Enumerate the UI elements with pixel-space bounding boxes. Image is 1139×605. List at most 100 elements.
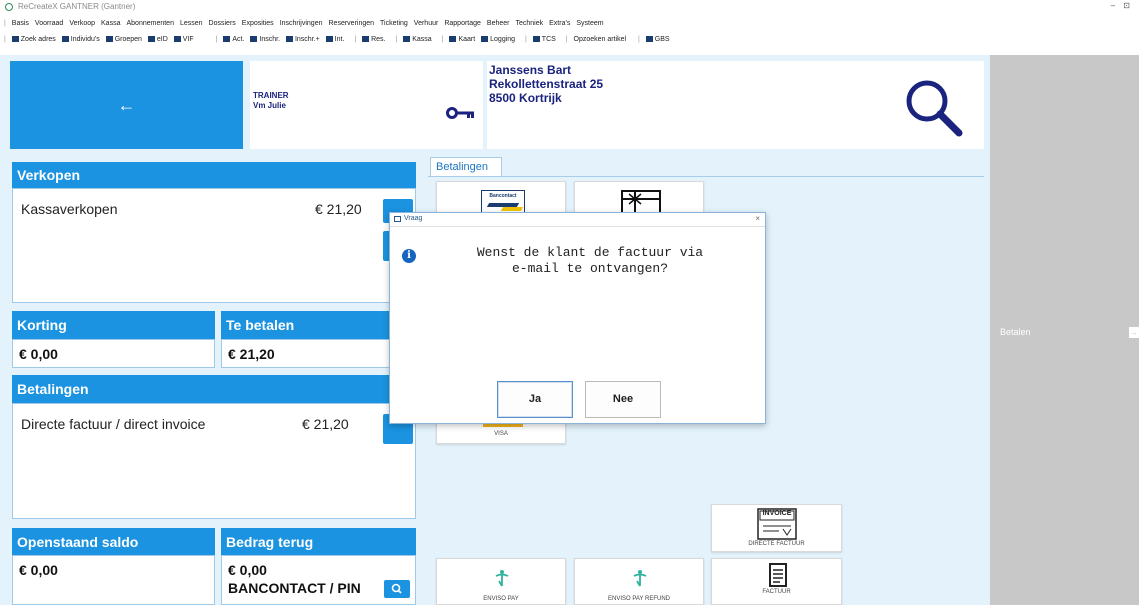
bedrag-terug-panel: € 0,00 BANCONTACT / PIN xyxy=(221,555,416,605)
group-icon xyxy=(105,36,113,42)
tcs-icon xyxy=(532,36,540,42)
trainer-box: TRAINER Vm Julie xyxy=(250,61,483,149)
openstaand-value: € 0,00 xyxy=(19,562,58,578)
openstaand-header: Openstaand saldo xyxy=(12,528,215,555)
invoice-logo-text: INVOICE xyxy=(762,510,792,517)
betalingen-title: Betalingen xyxy=(17,381,89,397)
menu-item-abonnementen[interactable]: Abonnementen xyxy=(126,20,173,27)
toolbar-separator: | xyxy=(215,36,218,43)
korting-value: € 0,00 xyxy=(19,346,58,362)
toolbar-individus[interactable]: Individu's xyxy=(61,36,100,43)
toolbar-gbs[interactable]: GBS xyxy=(645,36,670,43)
person-icon xyxy=(61,36,69,42)
menu-item-ticketing[interactable]: Ticketing xyxy=(380,20,408,27)
tile-factuur[interactable]: FACTUUR xyxy=(711,558,842,605)
toolbar-res[interactable]: Res. xyxy=(362,36,386,43)
bedrag-terug-method: BANCONTACT / PIN xyxy=(228,580,361,596)
korting-panel: € 0,00 xyxy=(12,339,215,368)
menu-item-systeem[interactable]: Systeem xyxy=(576,20,603,27)
te-betalen-value: € 21,20 xyxy=(228,346,275,362)
customer-city: 8500 Kortrijk xyxy=(489,91,562,105)
card-icon xyxy=(449,36,457,42)
bancontact-logo-icon: Bancontact xyxy=(481,190,525,214)
menu-bar: | Basis Voorraad Verkoop Kassa Abonnementen L… xyxy=(0,20,1139,34)
search-customer-icon[interactable] xyxy=(903,77,963,137)
registration-icon xyxy=(250,36,258,42)
menu-item-exposities[interactable]: Exposities xyxy=(242,20,274,27)
dialog-content: i Wenst de klant de factuur via e-mail t… xyxy=(390,226,765,376)
customer-box: Janssens Bart Rekollettenstraat 25 8500 … xyxy=(487,61,984,149)
dialog-message: Wenst de klant de factuur via e-mail te … xyxy=(430,245,750,277)
tile-directe-factuur[interactable]: INVOICE DIRECTE FACTUUR xyxy=(711,504,842,552)
korting-header: Korting xyxy=(12,311,215,339)
card-icon xyxy=(173,36,181,42)
trainer-label: TRAINER xyxy=(253,91,289,100)
key-icon[interactable] xyxy=(446,103,476,123)
question-dialog: Vraag × i Wenst de klant de factuur via … xyxy=(389,212,766,424)
toolbar-logging[interactable]: Logging xyxy=(481,36,515,43)
toolbar-separator: | xyxy=(354,36,357,43)
title-bar: ReCreateX GANTNER (Gantner) – ⊡ xyxy=(0,0,1139,20)
activity-icon xyxy=(223,36,231,42)
window-controls[interactable]: – ⊡ xyxy=(1111,1,1133,10)
betaling-item-amount: € 21,20 xyxy=(302,416,349,432)
id-card-icon xyxy=(147,36,155,42)
betalen-label[interactable]: Betalen xyxy=(1000,327,1031,337)
bedrag-terug-title: Bedrag terug xyxy=(226,533,314,550)
info-icon: i xyxy=(402,249,416,263)
toolbar-zoek-adres[interactable]: Zoek adres xyxy=(11,36,56,43)
openstaand-title: Openstaand saldo xyxy=(17,533,139,550)
arrow-right-icon[interactable]: → xyxy=(1129,327,1139,338)
tile-enviso-pay-refund[interactable]: ENVISO PAY REFUND xyxy=(574,558,704,605)
menu-item-inschrijvingen[interactable]: Inschrijvingen xyxy=(280,20,323,27)
toolbar: | Zoek adres Individu's Groepen eID VIF … xyxy=(0,36,1139,52)
korting-title: Korting xyxy=(17,317,67,333)
back-button[interactable]: ← xyxy=(10,61,243,149)
toolbar-inschr-plus[interactable]: Inschr.+ xyxy=(285,36,320,43)
toolbar-kassa[interactable]: Kassa xyxy=(403,36,432,43)
menu-item-dossiers[interactable]: Dossiers xyxy=(209,20,236,27)
toolbar-vif[interactable]: VIF xyxy=(173,36,194,43)
menu-item-verkoop[interactable]: Verkoop xyxy=(69,20,95,27)
tile-factuur-label: FACTUUR xyxy=(762,589,791,595)
toolbar-groepen[interactable]: Groepen xyxy=(105,36,142,43)
toolbar-separator: | xyxy=(395,36,398,43)
search-method-button[interactable] xyxy=(384,580,410,598)
toolbar-opzoeken-artikel[interactable]: Opzoeken artikel xyxy=(574,36,627,43)
menu-item-extra-s[interactable]: Extra's xyxy=(549,20,570,27)
app-logo-icon xyxy=(5,3,13,11)
menu-item-beheer[interactable]: Beheer xyxy=(487,20,510,27)
toolbar-eid[interactable]: eID xyxy=(147,36,168,43)
te-betalen-panel: € 21,20 xyxy=(221,339,416,368)
close-icon[interactable]: × xyxy=(755,214,760,223)
menu-item-reserveringen[interactable]: Reserveringen xyxy=(329,20,375,27)
tile-enviso-pay[interactable]: ENVISO PAY xyxy=(436,558,566,605)
menu-item-rapportage[interactable]: Rapportage xyxy=(444,20,481,27)
tab-betalingen[interactable]: Betalingen xyxy=(430,157,502,177)
toolbar-kaart[interactable]: Kaart xyxy=(449,36,475,43)
menu-item-verhuur[interactable]: Verhuur xyxy=(414,20,439,27)
no-button[interactable]: Nee xyxy=(585,381,661,418)
reservation-icon xyxy=(362,36,370,42)
toolbar-separator: | xyxy=(4,36,6,43)
menu-item-kassa[interactable]: Kassa xyxy=(101,20,120,27)
te-betalen-title: Te betalen xyxy=(226,317,295,333)
tile-enviso-pay-label: ENVISO PAY xyxy=(483,596,519,602)
toolbar-separator: | xyxy=(565,36,568,43)
toolbar-act[interactable]: Act. xyxy=(223,36,244,43)
verkopen-item-amount: € 21,20 xyxy=(315,201,362,217)
factuur-document-icon xyxy=(769,563,787,587)
gbs-icon xyxy=(645,36,653,42)
menu-item-techniek[interactable]: Techniek xyxy=(516,20,544,27)
menu-item-voorraad[interactable]: Voorraad xyxy=(35,20,63,27)
toolbar-inschr[interactable]: Inschr. xyxy=(250,36,280,43)
toolbar-separator: | xyxy=(638,36,640,43)
customer-name: Janssens Bart xyxy=(489,63,572,77)
menu-item-lessen[interactable]: Lessen xyxy=(180,20,203,27)
toolbar-tcs[interactable]: TCS xyxy=(532,36,556,43)
yes-button[interactable]: Ja xyxy=(497,381,573,418)
menu-item-basis[interactable]: Basis xyxy=(12,20,29,27)
toolbar-int[interactable]: Int. xyxy=(325,36,344,43)
verkopen-header: Verkopen xyxy=(12,162,416,188)
betaling-item-label: Directe factuur / direct invoice xyxy=(21,416,206,432)
